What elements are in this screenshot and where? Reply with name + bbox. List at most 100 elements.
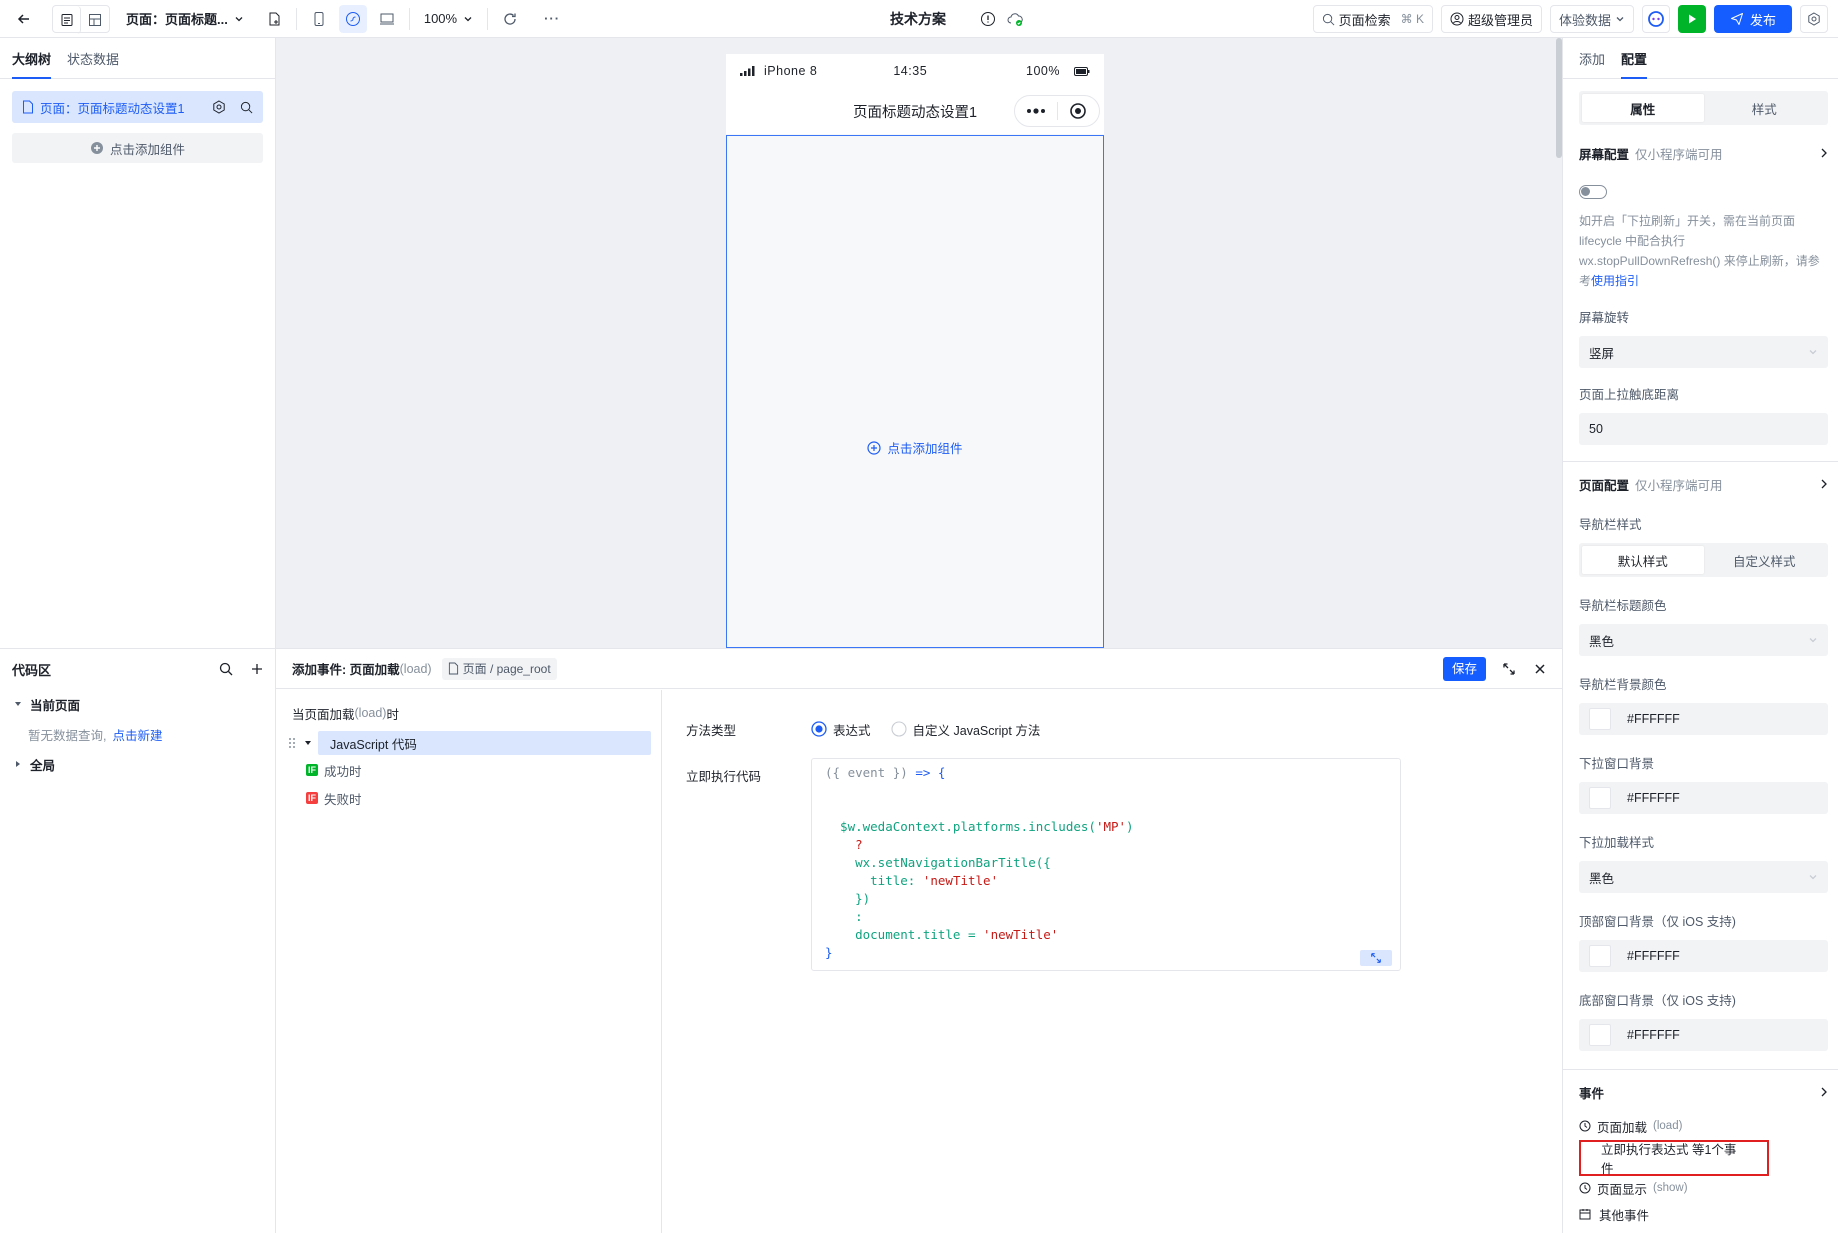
tab-styles[interactable]: 样式	[1704, 94, 1826, 122]
nav-title-color-select[interactable]: 黑色	[1579, 624, 1828, 656]
event-other[interactable]: 其他事件	[1579, 1204, 1828, 1224]
env-select[interactable]: 体验数据	[1549, 5, 1634, 33]
expand-editor-icon[interactable]	[1360, 950, 1392, 966]
tab-attributes[interactable]: 属性	[1582, 94, 1704, 122]
color-swatch[interactable]	[1589, 787, 1611, 809]
cloud-sync-icon[interactable]	[1006, 11, 1024, 27]
save-button[interactable]: 保存	[1442, 656, 1486, 681]
color-swatch[interactable]	[1589, 708, 1611, 730]
plus-icon[interactable]	[251, 663, 263, 675]
tree-global[interactable]: 全局	[0, 749, 275, 779]
battery-percent: 100%	[1026, 64, 1060, 78]
miniprogram-view-icon[interactable]	[338, 4, 367, 33]
event-load-en: (load)	[1653, 1120, 1683, 1132]
page-root-selection[interactable]: 点击添加组件	[726, 135, 1104, 648]
color-swatch[interactable]	[1589, 945, 1611, 967]
refresh-icon[interactable]	[496, 5, 524, 33]
color-swatch[interactable]	[1589, 1024, 1611, 1046]
code-fragment: ({ event })	[825, 765, 908, 780]
action-item-js[interactable]: JavaScript 代码	[318, 731, 651, 755]
add-page-icon[interactable]	[260, 5, 288, 33]
close-icon[interactable]	[1534, 663, 1546, 675]
tab-outline-tree[interactable]: 大纲树	[12, 49, 52, 79]
code-line: :	[825, 909, 863, 924]
reach-bottom-input[interactable]: 50	[1579, 413, 1828, 445]
add-component-button[interactable]: 点击添加组件	[12, 133, 263, 163]
settings-gear-icon[interactable]	[1800, 5, 1828, 33]
user-menu-button[interactable]: 超级管理员	[1440, 5, 1542, 33]
page-config-header[interactable]: 页面配置 仅小程序端可用	[1579, 472, 1828, 496]
desktop-view-icon[interactable]	[373, 5, 401, 33]
rotate-label: 屏幕旋转	[1579, 311, 1630, 325]
nav-bg-label: 导航栏背景颜色	[1579, 678, 1667, 692]
search-icon[interactable]	[219, 662, 233, 676]
nav-style-default[interactable]: 默认样式	[1582, 546, 1704, 574]
tab-add[interactable]: 添加	[1579, 49, 1605, 78]
pull-style-select[interactable]: 黑色	[1579, 861, 1828, 893]
app-title: 技术方案	[890, 11, 946, 27]
user-icon	[1450, 12, 1464, 26]
page-search-button[interactable]: 页面检索 ⌘ K	[1312, 5, 1433, 33]
rotate-select[interactable]: 竖屏	[1579, 336, 1828, 368]
screen-config-header[interactable]: 屏幕配置 仅小程序端可用	[1579, 141, 1828, 165]
create-query-link[interactable]: 点击新建	[112, 725, 162, 744]
event-editor-panel: 添加事件: 页面加载 (load) 页面 / page_root 保存 当页面加…	[276, 648, 1562, 1233]
run-preview-button[interactable]	[1677, 5, 1706, 33]
code-fragment: 'newTitle'	[983, 927, 1059, 942]
event-load-summary[interactable]: 立即执行表达式 等1个事件	[1579, 1140, 1769, 1176]
outline-page-item[interactable]: 页面：页面标题动态设置1	[12, 91, 263, 123]
radio-custom-js-label: 自定义 JavaScript 方法	[912, 723, 1041, 738]
plus-circle-icon	[90, 141, 104, 155]
page-selector[interactable]: 页面：页面标题...	[126, 9, 244, 28]
fail-label: 失败时	[324, 792, 362, 807]
page-outline-icon[interactable]	[53, 5, 81, 34]
pull-refresh-toggle[interactable]	[1579, 185, 1607, 199]
event-show[interactable]: 页面显示 (show)	[1579, 1178, 1828, 1198]
more-dots-icon[interactable]	[1015, 108, 1057, 114]
branch-success[interactable]: IF 成功时	[276, 756, 661, 784]
code-line: document.title = 'newTitle'	[825, 927, 1059, 942]
action-js-label: JavaScript 代码	[330, 737, 417, 752]
mp-only-hint: 仅小程序端可用	[1635, 147, 1723, 162]
layout-icon[interactable]	[81, 6, 109, 34]
drag-handle-icon[interactable]	[286, 737, 298, 749]
mobile-view-icon[interactable]	[305, 5, 333, 33]
phone-add-component[interactable]: 点击添加组件	[727, 438, 1103, 457]
tab-state-data[interactable]: 状态数据	[67, 49, 119, 78]
branch-fail[interactable]: IF 失败时	[276, 784, 661, 812]
search-icon[interactable]	[240, 101, 253, 114]
pull-bg-label: 下拉窗口背景	[1579, 757, 1655, 771]
tab-config[interactable]: 配置	[1621, 49, 1648, 79]
ai-assistant-icon[interactable]	[1641, 5, 1670, 33]
help-link[interactable]: 使用指引	[1591, 274, 1639, 288]
event-breadcrumb[interactable]: 页面 / page_root	[441, 657, 557, 680]
nav-title-color-label: 导航栏标题颜色	[1579, 599, 1667, 613]
info-icon[interactable]	[980, 11, 996, 27]
code-line: title: 'newTitle'	[825, 873, 999, 888]
nav-bg-color-picker[interactable]: #FFFFFF	[1579, 703, 1828, 735]
clock-icon	[1579, 1120, 1591, 1132]
bottom-bg-color-picker[interactable]: #FFFFFF	[1579, 1019, 1828, 1051]
page-settings-icon[interactable]	[212, 100, 226, 114]
top-bg-color-picker[interactable]: #FFFFFF	[1579, 940, 1828, 972]
events-header[interactable]: 事件	[1579, 1080, 1828, 1104]
event-other-label: 其他事件	[1599, 1208, 1650, 1223]
capsule-menu[interactable]	[1014, 95, 1100, 127]
tree-current-page[interactable]: 当前页面	[0, 689, 275, 719]
more-icon[interactable]: ···	[538, 5, 566, 33]
back-arrow-icon[interactable]	[10, 5, 38, 33]
caret-down-icon[interactable]	[304, 739, 312, 747]
publish-button[interactable]: 发布	[1713, 5, 1792, 33]
radio-custom-js[interactable]: 自定义 JavaScript 方法	[890, 720, 1041, 739]
zoom-select[interactable]: 100%	[424, 11, 473, 26]
expand-icon[interactable]	[1502, 662, 1516, 676]
event-load[interactable]: 页面加载 (load)	[1579, 1116, 1828, 1136]
breadcrumb-label: 页面 / page_root	[462, 662, 551, 676]
current-page-label: 当前页面	[30, 698, 81, 713]
pull-bg-color-picker[interactable]: #FFFFFF	[1579, 782, 1828, 814]
trigger-suffix: 时	[386, 707, 399, 722]
code-editor[interactable]: ({ event }) => { $w.wedaContext.platform…	[811, 758, 1401, 971]
close-target-icon[interactable]	[1058, 102, 1100, 120]
radio-expression[interactable]: 表达式	[811, 720, 871, 739]
nav-style-custom[interactable]: 自定义样式	[1704, 546, 1826, 574]
